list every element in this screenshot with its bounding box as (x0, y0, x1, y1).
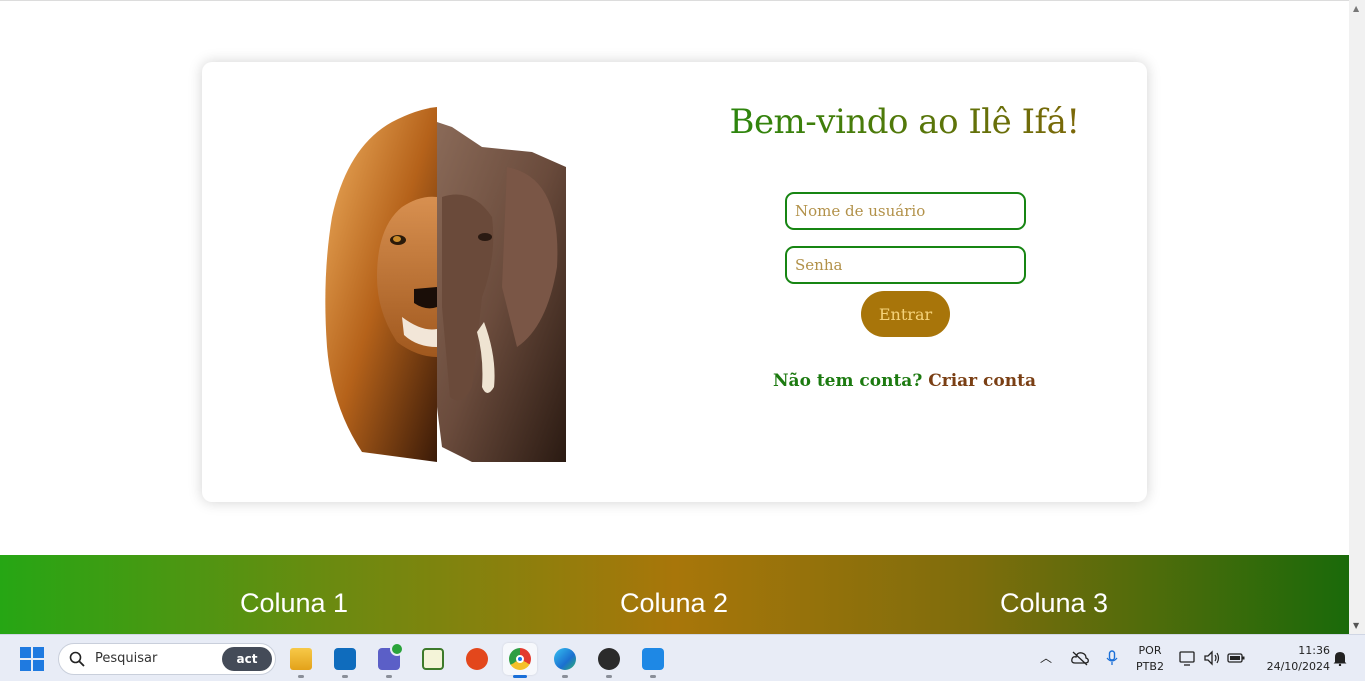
xampp-icon[interactable] (460, 643, 494, 675)
vscode-icon[interactable] (636, 643, 670, 678)
notepad-icon[interactable] (416, 643, 450, 675)
username-input[interactable] (785, 192, 1026, 230)
network-icon[interactable] (1179, 650, 1197, 666)
login-button[interactable]: Entrar (861, 291, 950, 337)
vertical-scrollbar[interactable]: ▲ ▼ (1349, 0, 1365, 634)
file-explorer-icon[interactable] (284, 643, 318, 678)
create-account-link[interactable]: Criar conta (928, 371, 1036, 391)
battery-icon[interactable] (1227, 650, 1245, 666)
signup-prompt: Não tem conta? Criar conta (672, 371, 1137, 391)
footer-column-2: Coluna 2 (619, 588, 729, 618)
chrome-icon[interactable] (503, 643, 537, 678)
obs-icon[interactable] (592, 643, 626, 678)
search-icon (69, 651, 85, 667)
cloud-offline-icon[interactable] (1071, 650, 1089, 666)
login-card: Bem-vindo ao Ilê Ifá! Entrar Não tem con… (202, 62, 1147, 502)
password-input[interactable] (785, 246, 1026, 284)
scroll-down-icon[interactable]: ▼ (1353, 621, 1359, 630)
browser-page: Bem-vindo ao Ilê Ifá! Entrar Não tem con… (0, 0, 1349, 634)
taskbar-search[interactable]: Pesquisar act (58, 643, 276, 675)
footer-column-1: Coluna 1 (239, 588, 349, 618)
footer: Coluna 1 Coluna 2 Coluna 3 (0, 555, 1349, 634)
outlook-icon[interactable] (328, 643, 362, 678)
notification-bell-icon[interactable] (1331, 650, 1349, 666)
taskbar: Pesquisar act ︿ POR PTB2 11:36 24/10/202… (0, 634, 1365, 681)
language-indicator[interactable]: POR PTB2 (1130, 643, 1170, 675)
lion-elephant-image (325, 107, 566, 462)
edge-icon[interactable] (548, 643, 582, 678)
clock[interactable]: 11:36 24/10/2024 (1255, 643, 1330, 675)
volume-icon[interactable] (1203, 650, 1221, 666)
signup-question: Não tem conta? (773, 371, 923, 391)
windows-start-icon[interactable] (20, 647, 44, 671)
show-hidden-icons-chevron-icon[interactable]: ︿ (1040, 649, 1052, 681)
footer-column-3: Coluna 3 (999, 588, 1109, 618)
page-title: Bem-vindo ao Ilê Ifá! (672, 102, 1137, 142)
teams-icon[interactable] (372, 642, 406, 678)
microphone-icon[interactable] (1103, 650, 1121, 666)
search-placeholder: Pesquisar (95, 651, 158, 666)
act-badge: act (222, 647, 272, 671)
scroll-up-icon[interactable]: ▲ (1353, 4, 1359, 13)
